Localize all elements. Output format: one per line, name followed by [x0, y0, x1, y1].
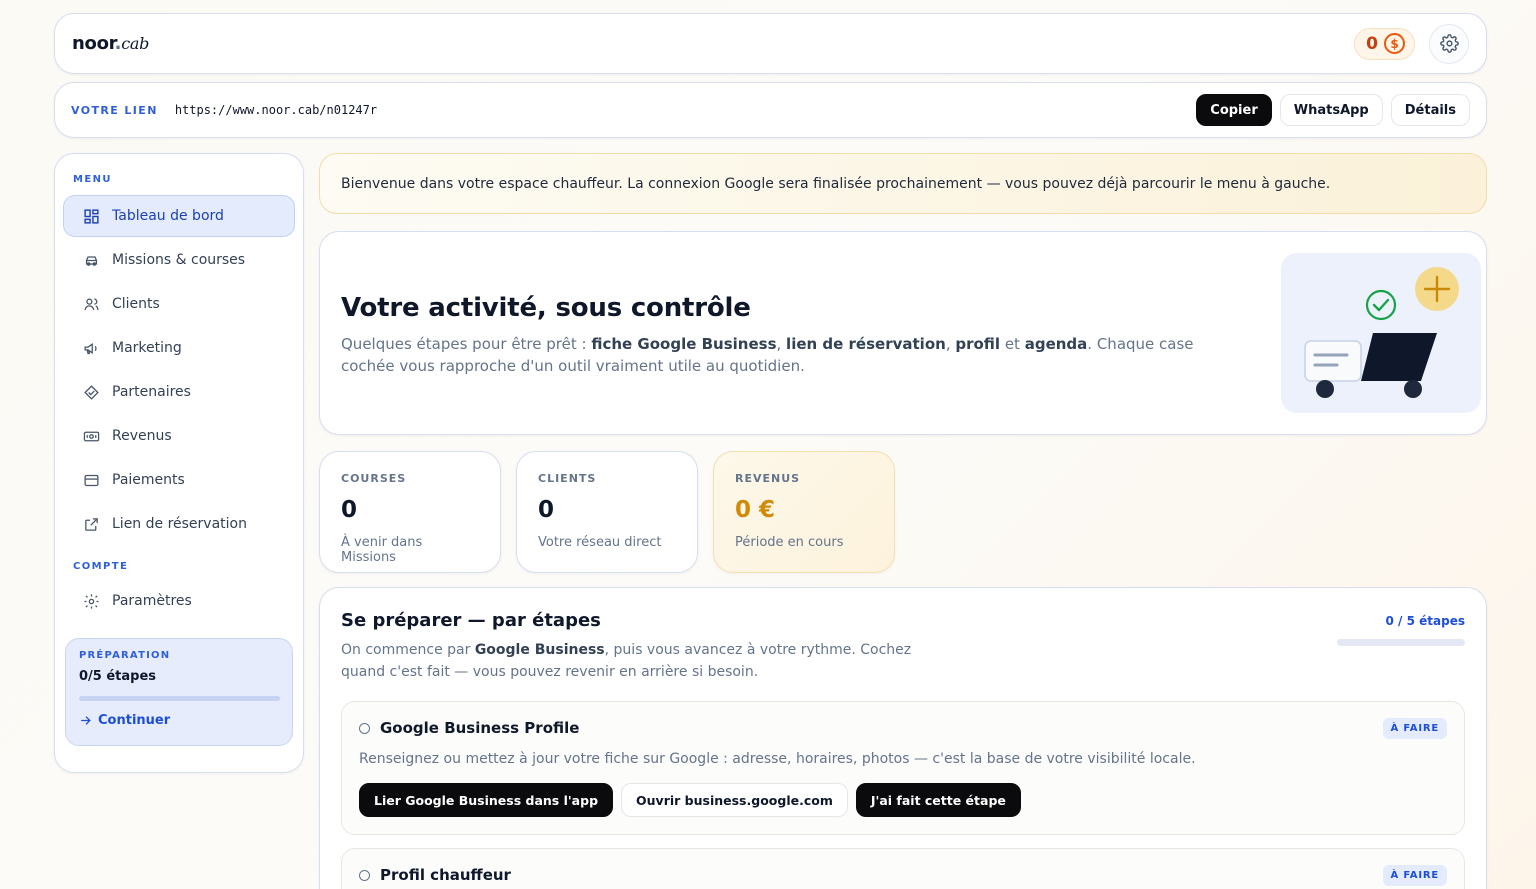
- stat-label: REVENUS: [735, 472, 801, 485]
- prep-count: 0/5 étapes: [79, 669, 157, 684]
- onboarding-steps-card: Se préparer — par étapes On commence par…: [319, 587, 1487, 889]
- preparation-progress-card: PRÉPARATION 0/5 étapes Continuer: [65, 638, 293, 746]
- sidebar-item-partners[interactable]: Partenaires: [63, 371, 295, 413]
- mark-step-done-button[interactable]: J'ai fait cette étape: [855, 783, 1021, 817]
- copy-link-button[interactable]: Copier: [1196, 94, 1272, 126]
- step-driver-profile: Profil chauffeur À FAIRE: [341, 848, 1465, 889]
- arrow-right-icon: [81, 716, 91, 725]
- sidebar-item-revenue[interactable]: Revenus: [63, 415, 295, 457]
- hero-card: Votre activité, sous contrôle Quelques é…: [319, 231, 1487, 435]
- steps-title: Se préparer — par étapes: [341, 610, 601, 631]
- hero-title: Votre activité, sous contrôle: [341, 293, 751, 323]
- sidebar-item-label: Paramètres: [112, 593, 192, 609]
- link-label: VOTRE LIEN: [71, 103, 158, 117]
- credit-card-icon: [84, 474, 99, 486]
- sidebar-item-label: Partenaires: [112, 384, 191, 400]
- stat-subtitle: Votre réseau direct: [538, 535, 662, 550]
- notice-text: Bienvenue dans votre espace chauffeur. L…: [341, 175, 1331, 192]
- sidebar-item-label: Paiements: [112, 472, 185, 488]
- step-title: Profil chauffeur: [380, 866, 511, 884]
- logo-cab: cab: [121, 34, 150, 53]
- gear-icon: [1439, 34, 1459, 53]
- users-icon: [84, 298, 99, 310]
- continue-label: Continuer: [98, 713, 171, 728]
- status-badge: À FAIRE: [1382, 718, 1447, 739]
- step-google-business: Google Business Profile À FAIRE Renseign…: [341, 701, 1465, 835]
- sidebar-item-dashboard[interactable]: Tableau de bord: [63, 195, 295, 237]
- settings-button[interactable]: [1429, 23, 1469, 64]
- banknote-icon: [83, 431, 100, 441]
- status-badge: À FAIRE: [1382, 865, 1447, 886]
- handshake-icon: [84, 384, 99, 400]
- car-checklist-illustration: [1304, 267, 1459, 398]
- logo-text: noor: [72, 33, 115, 54]
- step-checkbox[interactable]: [359, 869, 370, 881]
- sidebar-item-label: Tableau de bord: [112, 208, 224, 224]
- sidebar: MENU Tableau de bord Missions & courses …: [54, 153, 304, 773]
- stat-label: CLIENTS: [538, 472, 597, 485]
- dollar-coin-icon: $: [1384, 33, 1405, 54]
- sidebar-item-booking-link[interactable]: Lien de réservation: [63, 503, 295, 545]
- sidebar-item-label: Lien de réservation: [112, 516, 247, 532]
- hero-illustration: [1281, 253, 1481, 413]
- stat-value: 0: [341, 497, 358, 523]
- app-logo[interactable]: noor.cab: [72, 33, 149, 54]
- top-bar: noor.cab 0 $: [54, 13, 1487, 74]
- sidebar-item-label: Clients: [112, 296, 160, 312]
- sidebar-item-payments[interactable]: Paiements: [63, 459, 295, 501]
- stat-subtitle: Période en cours: [735, 535, 844, 550]
- stat-card-revenue[interactable]: REVENUS 0 € Période en cours: [713, 451, 895, 573]
- link-google-business-button[interactable]: Lier Google Business dans l'app: [359, 783, 614, 817]
- steps-description: On commence par Google Business, puis vo…: [341, 642, 912, 680]
- stat-subtitle: À venir dans Missions: [341, 535, 423, 565]
- steps-progress: 0 / 5 étapes: [1337, 610, 1465, 683]
- sidebar-item-label: Revenus: [112, 428, 172, 444]
- sidebar-item-marketing[interactable]: Marketing: [63, 327, 295, 369]
- booking-link-bar: VOTRE LIEN https://www.noor.cab/n01247r …: [54, 82, 1487, 138]
- stat-value: 0: [538, 497, 555, 523]
- coin-balance-badge[interactable]: 0 $: [1354, 27, 1415, 60]
- external-link-icon: [85, 517, 98, 531]
- step-checkbox[interactable]: [359, 722, 370, 734]
- sidebar-item-missions[interactable]: Missions & courses: [63, 239, 295, 281]
- prep-progress-bar: [79, 696, 280, 701]
- sidebar-item-label: Missions & courses: [112, 252, 246, 268]
- stat-value: 0 €: [735, 497, 776, 523]
- prep-label: PRÉPARATION: [79, 650, 171, 661]
- continue-link[interactable]: Continuer: [79, 713, 280, 728]
- sidebar-item-clients[interactable]: Clients: [63, 283, 295, 325]
- details-button[interactable]: Détails: [1390, 94, 1470, 126]
- steps-count: 0 / 5 étapes: [1385, 614, 1465, 628]
- stats-row: COURSES 0 À venir dans Missions CLIENTS …: [319, 451, 895, 573]
- whatsapp-share-button[interactable]: WhatsApp: [1279, 94, 1383, 126]
- gear-icon: [84, 593, 99, 609]
- welcome-notice: Bienvenue dans votre espace chauffeur. L…: [319, 153, 1487, 214]
- sidebar-item-settings[interactable]: Paramètres: [63, 580, 295, 622]
- megaphone-icon: [84, 342, 97, 354]
- open-google-business-button[interactable]: Ouvrir business.google.com: [621, 783, 848, 817]
- stat-label: COURSES: [341, 472, 407, 485]
- hero-description: Quelques étapes pour être prêt : fiche G…: [341, 335, 1194, 375]
- car-icon: [85, 255, 98, 266]
- sidebar-item-label: Marketing: [112, 340, 182, 356]
- steps-progress-bar: [1337, 639, 1465, 646]
- step-title: Google Business Profile: [380, 719, 580, 737]
- stat-card-clients[interactable]: CLIENTS 0 Votre réseau direct: [516, 451, 698, 573]
- step-description: Renseignez ou mettez à jour votre fiche …: [359, 751, 1196, 767]
- account-section-label: COMPTE: [73, 561, 129, 572]
- booking-link-url[interactable]: https://www.noor.cab/n01247r: [175, 103, 377, 117]
- dashboard-icon: [84, 208, 99, 224]
- menu-section-label: MENU: [73, 174, 112, 185]
- stat-card-courses[interactable]: COURSES 0 À venir dans Missions: [319, 451, 501, 573]
- coin-count: 0: [1366, 33, 1378, 54]
